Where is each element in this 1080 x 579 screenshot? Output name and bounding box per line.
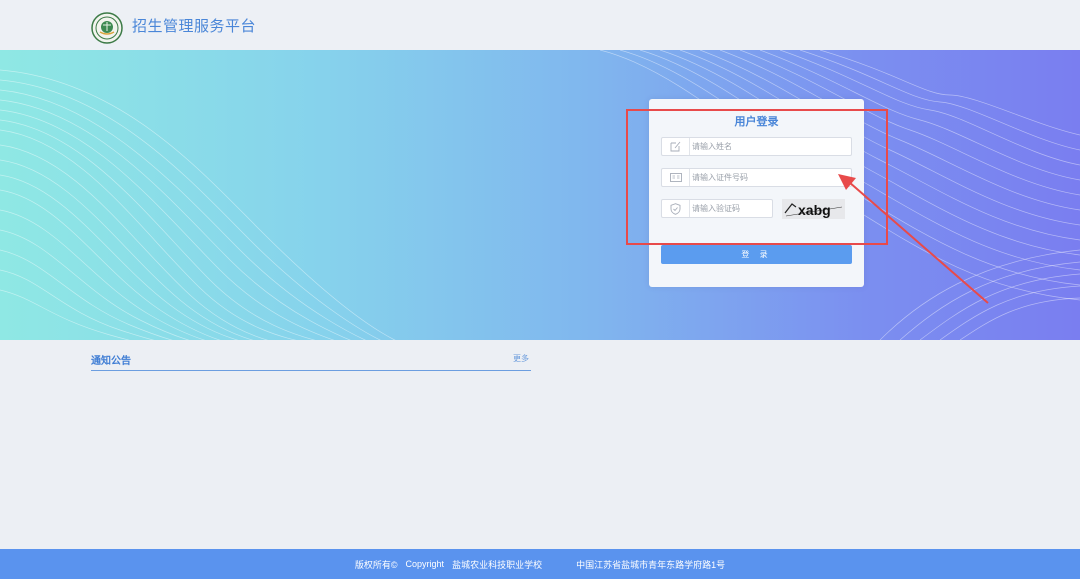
footer: 版权所有© Copyright 盐城农业科技职业学校 中国江苏省盐城市青年东路学…	[0, 549, 1080, 579]
footer-address: 中国江苏省盐城市青年东路学府路1号	[576, 559, 726, 570]
hero-banner	[0, 50, 1080, 340]
login-button[interactable]: 登 录	[661, 245, 852, 264]
footer-copyright: 版权所有©	[354, 559, 398, 570]
notice-divider	[91, 370, 531, 371]
wave-pattern	[0, 50, 1080, 340]
notice-more-link[interactable]: 更多	[513, 353, 529, 364]
footer-school: 盐城农业科技职业学校	[452, 559, 543, 570]
footer-copyright-word: Copyright	[405, 559, 445, 569]
header: 招生管理服务平台	[0, 0, 1080, 50]
school-seal-icon	[91, 12, 123, 44]
notice-title: 通知公告	[91, 356, 131, 367]
annotation-highlight-box	[626, 109, 888, 245]
site-title: 招生管理服务平台	[132, 18, 257, 35]
